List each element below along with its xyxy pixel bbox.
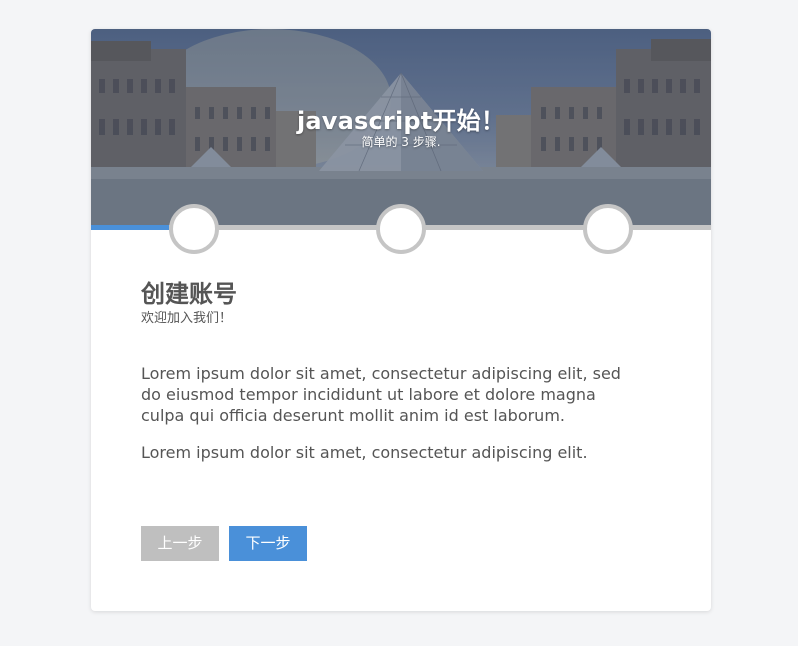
previous-button[interactable]: 上一步 xyxy=(141,526,219,561)
step-indicator-1[interactable] xyxy=(169,204,219,254)
header-subtitle: 简单的 3 步骤. xyxy=(361,135,441,149)
progress-fill xyxy=(91,225,169,230)
next-button[interactable]: 下一步 xyxy=(229,526,307,561)
step-subtitle: 欢迎加入我们！ xyxy=(141,311,233,326)
header-banner: javascript开始！ 简单的 3 步骤. xyxy=(91,29,711,225)
step-title: 创建账号 xyxy=(141,280,237,308)
step-paragraph-1: Lorem ipsum dolor sit amet, consectetur … xyxy=(141,364,621,425)
step-paragraph-2: Lorem ipsum dolor sit amet, consectetur … xyxy=(141,443,588,462)
wizard-card: javascript开始！ 简单的 3 步骤. 创建账号 欢迎加入我们！ Lor… xyxy=(91,29,711,611)
step-indicator-2[interactable] xyxy=(376,204,426,254)
step-content: 创建账号 欢迎加入我们！ Lorem ipsum dolor sit amet,… xyxy=(141,279,641,463)
step-indicator-3[interactable] xyxy=(583,204,633,254)
header-title: javascript开始！ xyxy=(296,107,506,135)
